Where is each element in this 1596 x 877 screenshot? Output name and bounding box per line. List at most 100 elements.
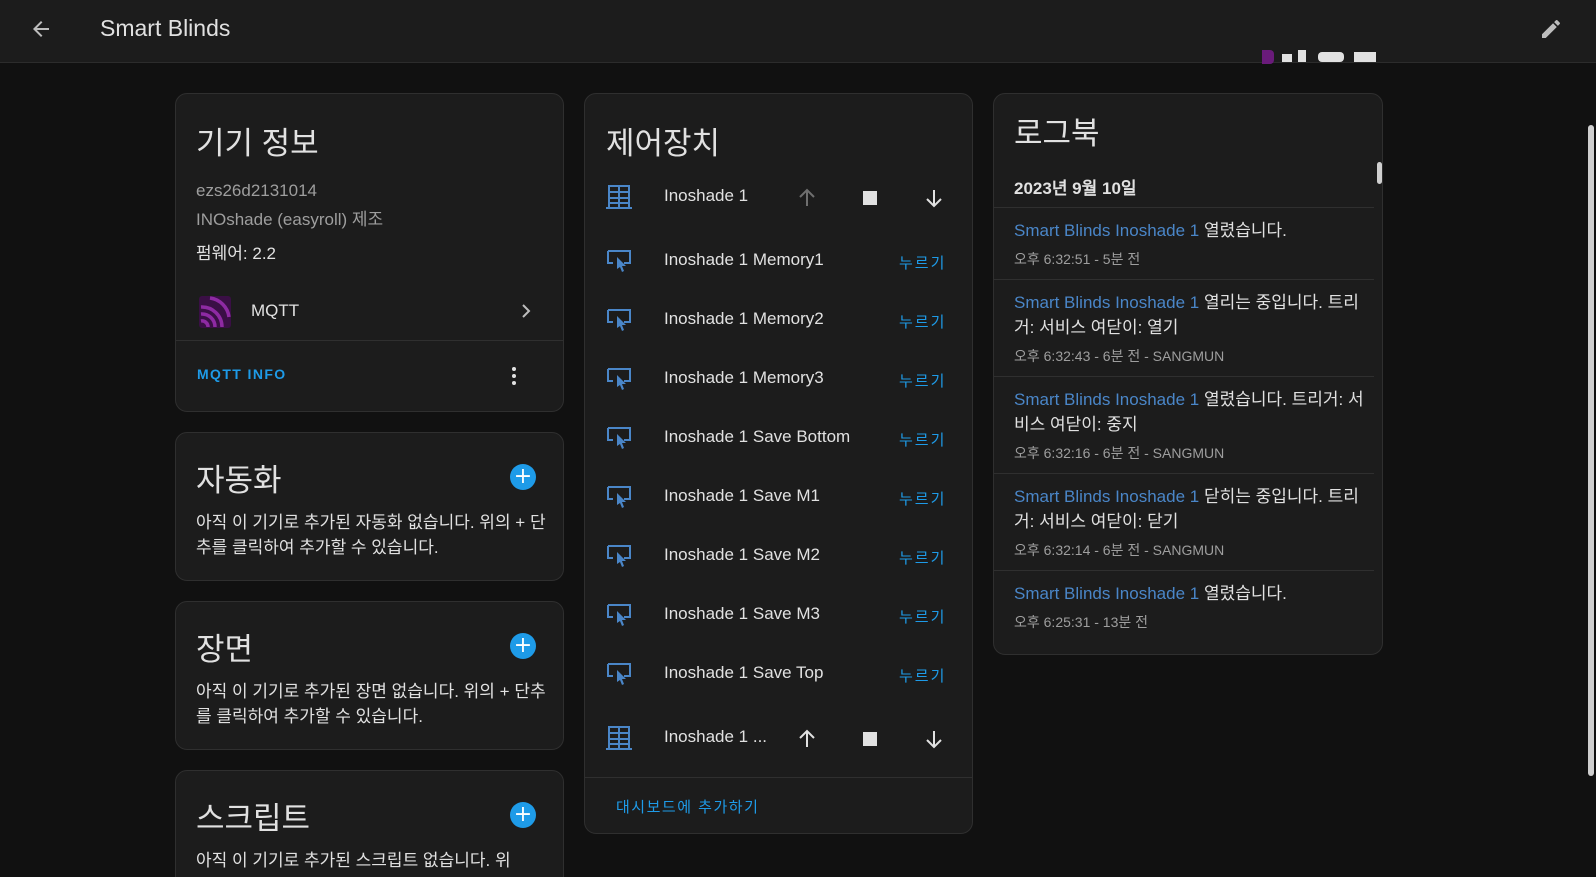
logbook-entry-meta: 오후 6:32:14 - 6분 전 - SANGMUN (1014, 542, 1225, 558)
button-entity-label: Inoshade 1 Memory1 (664, 250, 824, 269)
gesture-tap-button-icon (607, 250, 631, 272)
button-entity-row[interactable]: Inoshade 1 Memory1 누르기 (585, 231, 972, 290)
logbook-entity-link[interactable]: Smart Blinds Inoshade 1 (1014, 293, 1199, 312)
stop-icon (863, 191, 877, 205)
logbook-entity-link[interactable]: Smart Blinds Inoshade 1 (1014, 390, 1199, 409)
card-divider (176, 340, 563, 341)
button-entity-row[interactable]: Inoshade 1 Save M1 누르기 (585, 467, 972, 526)
press-button[interactable]: 누르기 (899, 488, 946, 509)
automation-card: 자동화 + 아직 이 기기로 추가된 자동화 없습니다. 위의 + 단추를 클릭… (175, 432, 564, 581)
page-title: Smart Blinds (100, 15, 231, 41)
arrow-up-icon (799, 188, 815, 206)
logbook-entry-text: Smart Blinds Inoshade 1 닫히는 중입니다. 트리거: 서… (1014, 484, 1364, 534)
press-button[interactable]: 누르기 (899, 252, 946, 273)
stop-icon (863, 732, 877, 746)
edit-button[interactable] (1536, 14, 1566, 44)
scripts-title: 스크립트 (196, 801, 311, 836)
cover-close-button[interactable] (920, 184, 948, 212)
button-entity-row[interactable]: Inoshade 1 Save Bottom 누르기 (585, 408, 972, 467)
controls-card: 제어장치 Inoshade 1 Inoshade 1 Memory1 누르기 Ino… (584, 93, 973, 834)
scenes-title: 장면 (196, 632, 254, 667)
device-firmware: 펌웨어: 2.2 (196, 244, 276, 263)
logbook-scrollbar[interactable] (1377, 162, 1382, 184)
cover-label: Inoshade 1 ... (664, 727, 768, 746)
button-entity-label: Inoshade 1 Save Top (664, 663, 824, 682)
logbook-entry-text: Smart Blinds Inoshade 1 열렸습니다. (1014, 581, 1364, 606)
add-script-button[interactable]: + (510, 802, 536, 828)
logbook-message: 열렸습니다. (1199, 584, 1287, 603)
mqtt-info-button[interactable]: MQTT INFO (197, 366, 287, 382)
logbook-entry-text: Smart Blinds Inoshade 1 열리는 중입니다. 트리거: 서… (1014, 290, 1364, 340)
logbook-message: 열렸습니다. (1199, 221, 1287, 240)
more-options-icon[interactable] (502, 362, 526, 390)
press-button[interactable]: 누르기 (899, 547, 946, 568)
logbook-entry-meta: 오후 6:32:16 - 6분 전 - SANGMUN (1014, 445, 1225, 461)
button-entity-row[interactable]: Inoshade 1 Save M2 누르기 (585, 526, 972, 585)
logbook-card: 로그북 2023년 9월 10일 Smart Blinds Inoshade 1… (993, 93, 1383, 655)
scenes-empty-text: 아직 이 기기로 추가된 장면 없습니다. 위의 + 단추를 클릭하여 추가할 … (196, 682, 546, 726)
blinds-icon (606, 726, 632, 750)
gesture-tap-button-icon (607, 309, 631, 331)
logbook-entity-link[interactable]: Smart Blinds Inoshade 1 (1014, 487, 1199, 506)
logbook-entry-meta: 오후 6:32:51 - 5분 전 (1014, 251, 1141, 267)
mqtt-integration-row[interactable]: MQTT (176, 287, 563, 337)
button-entity-row[interactable]: Inoshade 1 Save M3 누르기 (585, 585, 972, 644)
button-entity-row[interactable]: Inoshade 1 Memory2 누르기 (585, 290, 972, 349)
device-info-card: 기기 정보 ezs26d2131014 INOshade (easyroll) … (175, 93, 564, 412)
button-entity-row[interactable]: Inoshade 1 Memory3 누르기 (585, 349, 972, 408)
logbook-entry-text: Smart Blinds Inoshade 1 열렸습니다. 트리거: 서비스 … (1014, 387, 1364, 437)
back-button[interactable] (26, 14, 56, 44)
logbook-entity-link[interactable]: Smart Blinds Inoshade 1 (1014, 221, 1199, 240)
button-entity-row[interactable]: Inoshade 1 Save Top 누르기 (585, 644, 972, 703)
button-entity-label: Inoshade 1 Memory2 (664, 309, 824, 328)
device-manufacturer: INOshade (easyroll) 제조 (196, 210, 384, 229)
gesture-tap-button-icon (607, 604, 631, 626)
cover-row-top[interactable]: Inoshade 1 (585, 167, 972, 226)
press-button[interactable]: 누르기 (899, 606, 946, 627)
add-automation-button[interactable]: + (510, 464, 536, 490)
gesture-tap-button-icon (607, 486, 631, 508)
gesture-tap-button-icon (607, 545, 631, 567)
cover-stop-button[interactable] (856, 184, 884, 212)
page-scrollbar[interactable] (1588, 125, 1594, 776)
logbook-entry: Smart Blinds Inoshade 1 열렸습니다. 오후 6:25:31… (994, 570, 1374, 642)
press-button[interactable]: 누르기 (899, 370, 946, 391)
gesture-tap-button-icon (607, 368, 631, 390)
logbook-entry: Smart Blinds Inoshade 1 열렸습니다. 트리거: 서비스 … (994, 376, 1374, 473)
card-divider (585, 777, 972, 778)
button-entity-label: Inoshade 1 Save M3 (664, 604, 820, 623)
cover-stop-button[interactable] (856, 725, 884, 753)
controls-title: 제어장치 (606, 126, 721, 161)
cover-row-bottom[interactable]: Inoshade 1 ... (585, 708, 972, 767)
brand-logo-fragment (1262, 40, 1394, 66)
press-button[interactable]: 누르기 (899, 665, 946, 686)
logbook-entity-link[interactable]: Smart Blinds Inoshade 1 (1014, 584, 1199, 603)
logbook-date: 2023년 9월 10일 (1014, 179, 1137, 198)
automation-empty-text: 아직 이 기기로 추가된 자동화 없습니다. 위의 + 단추를 클릭하여 추가할… (196, 513, 546, 557)
gesture-tap-button-icon (607, 663, 631, 685)
press-button[interactable]: 누르기 (899, 429, 946, 450)
cover-close-button[interactable] (920, 725, 948, 753)
logbook-entry: Smart Blinds Inoshade 1 열렸습니다. 오후 6:32:51… (994, 207, 1374, 279)
cover-label: Inoshade 1 (664, 186, 749, 205)
cover-open-button[interactable] (793, 725, 821, 753)
pencil-icon (1542, 19, 1561, 38)
press-button[interactable]: 누르기 (899, 311, 946, 332)
logbook-entry-text: Smart Blinds Inoshade 1 열렸습니다. (1014, 218, 1364, 243)
mqtt-icon (199, 296, 231, 328)
add-to-dashboard-button[interactable]: 대시보드에 추가하기 (616, 796, 759, 817)
logbook-entry-meta: 오후 6:32:43 - 6분 전 - SANGMUN (1014, 348, 1225, 364)
gesture-tap-button-icon (607, 427, 631, 449)
cover-open-button[interactable] (793, 184, 821, 212)
button-entity-label: Inoshade 1 Save Bottom (664, 427, 851, 446)
arrow-up-icon (799, 729, 815, 747)
add-scene-button[interactable]: + (510, 633, 536, 659)
button-entity-label: Inoshade 1 Memory3 (664, 368, 824, 387)
device-info-title: 기기 정보 (196, 126, 319, 161)
logbook-title: 로그북 (1014, 116, 1100, 151)
scripts-empty-text: 아직 이 기기로 추가된 스크립트 없습니다. 위 (196, 851, 511, 870)
scripts-card: 스크립트 + 아직 이 기기로 추가된 스크립트 없습니다. 위 (175, 770, 564, 877)
mqtt-label: MQTT (251, 301, 300, 320)
scenes-card: 장면 + 아직 이 기기로 추가된 장면 없습니다. 위의 + 단추를 클릭하여… (175, 601, 564, 750)
blinds-icon (606, 185, 632, 209)
